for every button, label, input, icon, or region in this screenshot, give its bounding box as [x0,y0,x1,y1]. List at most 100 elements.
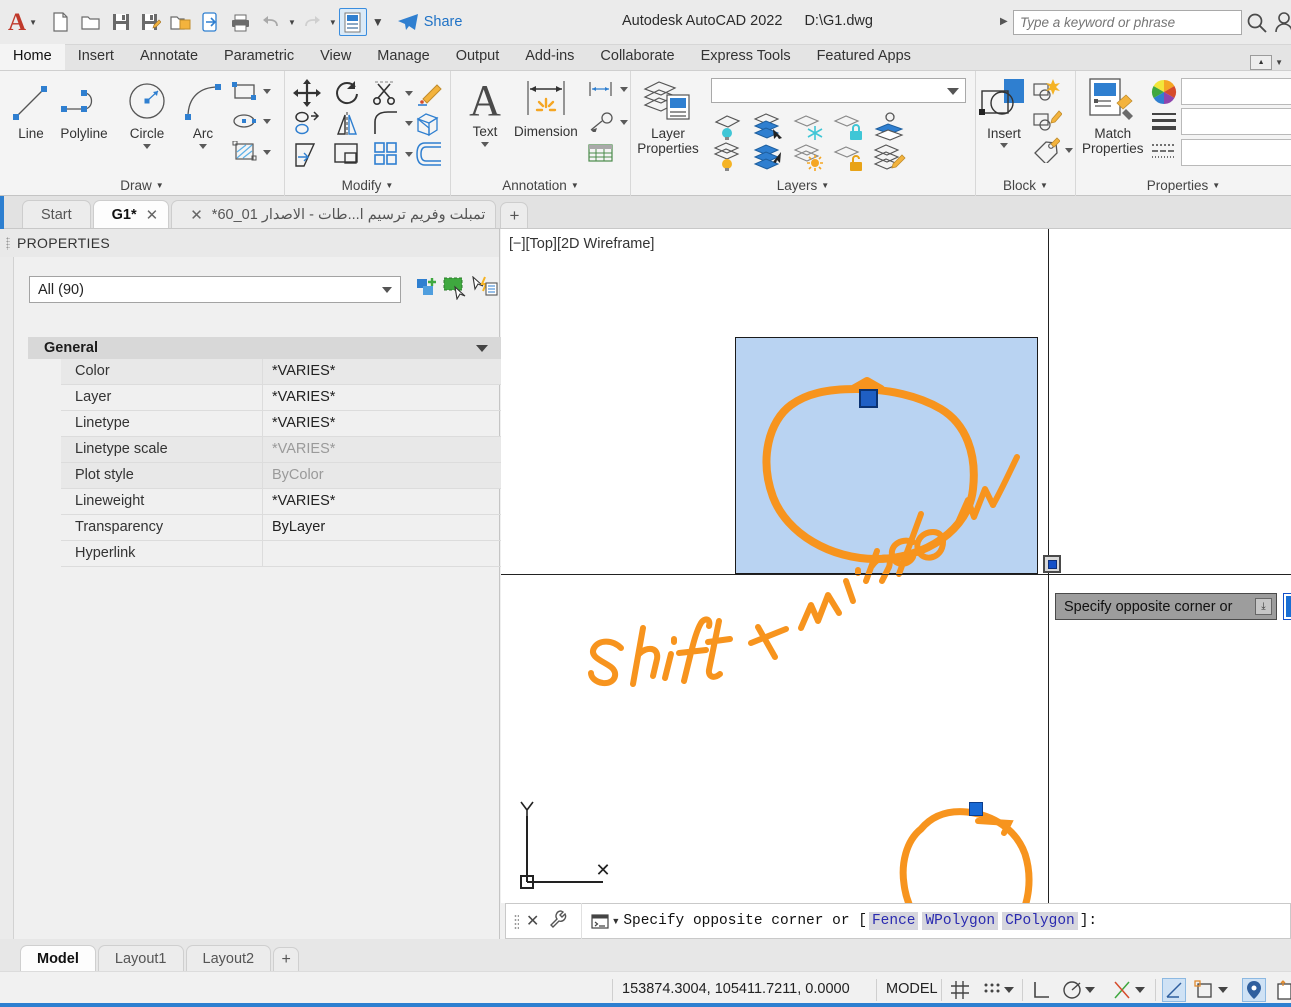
rectangle-dropdown-icon[interactable] [263,89,271,94]
file-tab-g1[interactable]: G1* ✕ [93,200,170,228]
layer-properties-button[interactable]: Layer Properties [637,77,699,156]
chevron-down-icon[interactable]: ▼ [611,916,620,926]
snap-mode-icon[interactable] [980,978,1004,1002]
modify-copy-button[interactable] [293,110,321,143]
polar-dropdown-icon[interactable] [1085,987,1095,993]
layer-onoff-button[interactable] [713,111,747,146]
modify-move-button[interactable] [293,79,321,112]
annotation-leader-button[interactable] [587,112,628,132]
modify-erase-button[interactable] [415,79,443,112]
annotation-dimstyle-button[interactable] [587,80,628,98]
property-row-plot-style[interactable]: Plot style ByColor [61,463,501,489]
command-history-icon[interactable]: ▼ [591,914,620,929]
ortho-mode-icon[interactable] [1030,978,1054,1002]
draw-line-button[interactable]: Line [8,79,54,141]
polar-tracking-icon[interactable] [1060,978,1084,1002]
ribbon-minimize-dropdown-icon[interactable]: ▼ [1275,58,1283,67]
property-value[interactable]: ByLayer [263,515,501,540]
file-tab-arabic-drawing[interactable]: تمبلت وفريم ترسيم ا...طات - الاصدار 01_6… [171,200,496,228]
layer-unlock-button[interactable] [833,142,867,177]
ribbon-tab-parametric[interactable]: Parametric [211,44,307,70]
new-file-icon[interactable] [47,8,75,36]
layer-freeze-button[interactable] [793,111,827,146]
command-option-wpolygon[interactable]: WPolygon [922,912,998,930]
close-icon[interactable]: ✕ [526,911,539,931]
new-tab-button[interactable]: + [500,202,528,228]
block-create-button[interactable] [1032,77,1062,108]
property-value[interactable] [263,541,501,566]
property-value[interactable]: *VARIES* [263,385,501,410]
command-line[interactable]: ✕ ▼ Specify opposite corner or [FenceWPo… [505,903,1291,939]
command-option-fence[interactable]: Fence [869,912,919,930]
palette-grip-icon[interactable] [6,237,10,250]
draw-rectangle-button[interactable] [232,81,271,101]
object-color-combobox[interactable] [1181,78,1291,105]
select-objects-button[interactable] [443,274,469,302]
object-snap-tracking-icon[interactable] [1162,978,1186,1002]
trim-dropdown-icon[interactable] [405,91,413,96]
account-avatar-icon[interactable] [1274,11,1291,38]
property-row-layer[interactable]: Layer *VARIES* [61,385,501,411]
layout-tab-model[interactable]: Model [20,945,96,971]
array-dropdown-icon[interactable] [405,152,413,157]
property-value[interactable]: ByColor [263,463,501,488]
annotation-visibility-icon[interactable] [1192,978,1216,1002]
annotation-table-button[interactable] [587,142,614,169]
open-file-icon[interactable] [77,8,105,36]
search-input[interactable] [1013,10,1242,35]
panel-title-layers[interactable]: Layers▼ [631,178,975,193]
panel-title-annotation[interactable]: Annotation▼ [451,178,630,193]
fillet-dropdown-icon[interactable] [405,121,413,126]
ellipse-dropdown-icon[interactable] [263,119,271,124]
block-edit-button[interactable] [1032,107,1062,138]
layer-turn-all-on-button[interactable] [713,142,747,177]
lineweight-icon[interactable] [1151,110,1177,141]
command-option-cpolygon[interactable]: CPolygon [1002,912,1078,930]
drawing-canvas[interactable]: [−][Top][2D Wireframe] [501,229,1291,903]
property-value[interactable]: *VARIES* [263,489,501,514]
grip-hot[interactable] [859,389,878,408]
modify-explode-button[interactable] [415,110,443,143]
command-line-grip-icon[interactable] [514,914,519,929]
modify-rotate-button[interactable] [333,79,361,112]
isolate-objects-icon[interactable] [1272,978,1291,1002]
panel-title-modify[interactable]: Modify▼ [285,178,450,193]
show-annotation-objects-icon[interactable] [1242,978,1266,1002]
undo-dropdown-icon[interactable]: ▼ [288,18,296,27]
ribbon-tab-output[interactable]: Output [443,44,513,70]
property-row-hyperlink[interactable]: Hyperlink [61,541,501,567]
properties-palette-header[interactable]: PROPERTIES [0,229,499,257]
quick-select-button[interactable] [472,274,498,302]
osnap-dropdown-icon[interactable] [1135,987,1145,993]
match-properties-button[interactable]: Match Properties [1082,77,1144,156]
ribbon-tab-addins[interactable]: Add-ins [512,44,587,70]
grip-cold[interactable] [969,802,983,816]
property-row-transparency[interactable]: Transparency ByLayer [61,515,501,541]
property-value[interactable]: *VARIES* [263,437,501,462]
object-color-swatch-icon[interactable] [1151,79,1177,110]
search-expand-icon[interactable]: ▶ [1000,16,1008,27]
layer-change-to-current-button[interactable] [873,142,909,177]
ribbon-tab-express-tools[interactable]: Express Tools [688,44,804,70]
coordinates-readout[interactable]: 153874.3004, 105411.7211, 0.0000 [622,981,850,997]
save-file-icon[interactable] [107,8,135,36]
circle-dropdown-icon[interactable] [143,144,151,149]
leader-dropdown-icon[interactable] [620,120,628,125]
attribute-dropdown-icon[interactable] [1065,148,1073,153]
new-layout-button[interactable]: + [273,947,299,971]
ribbon-tab-insert[interactable]: Insert [65,44,127,70]
layer-isolate-button[interactable] [753,111,787,146]
insert-dropdown-icon[interactable] [1000,143,1008,148]
redo-dropdown-icon[interactable]: ▼ [329,18,337,27]
property-row-color[interactable]: Color *VARIES* [61,359,501,385]
search-icon[interactable] [1246,12,1268,39]
dynamic-input-field[interactable] [1283,593,1291,620]
block-insert-button[interactable]: Insert [978,77,1030,148]
dimstyle-dropdown-icon[interactable] [620,87,628,92]
property-value[interactable]: *VARIES* [263,411,501,436]
dynamic-input-expand-icon[interactable]: ⤓ [1255,598,1272,615]
annotation-dropdown-icon[interactable] [1218,987,1228,993]
layer-unisolate-button[interactable] [753,142,787,177]
panel-title-block[interactable]: Block▼ [976,178,1075,193]
share-button[interactable]: Share [397,13,463,31]
